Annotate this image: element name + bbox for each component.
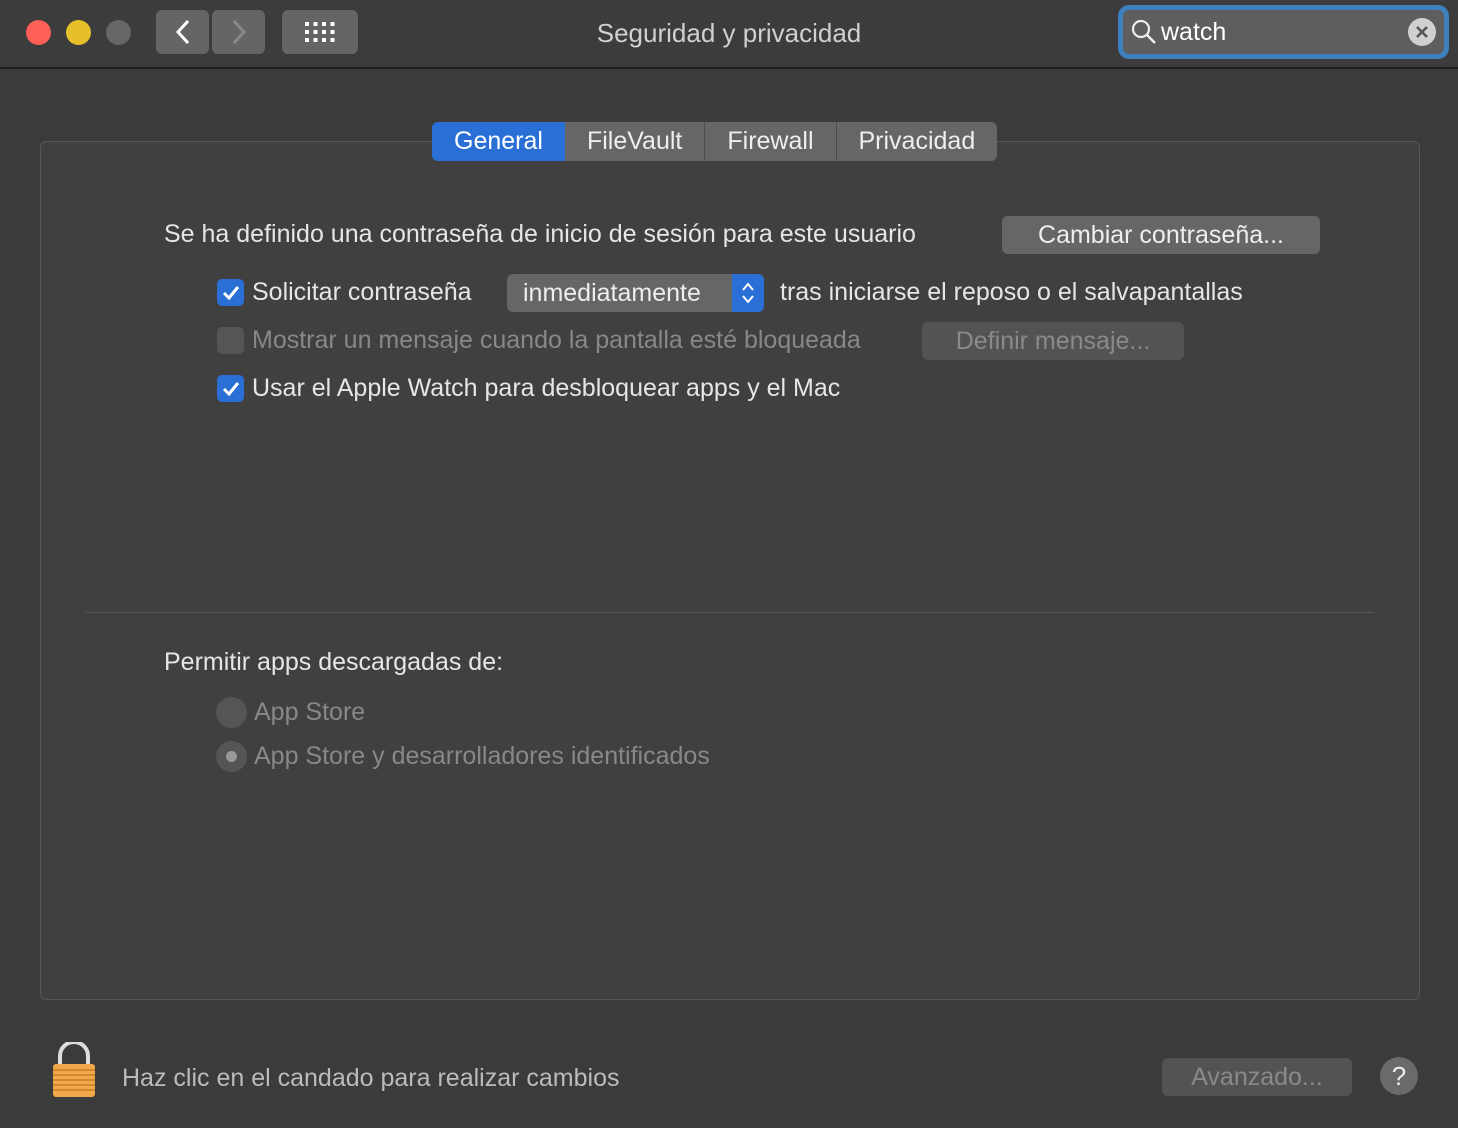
lock-icon[interactable]	[50, 1040, 98, 1103]
checkmark-icon	[222, 285, 239, 300]
tab-bar: General FileVault Firewall Privacidad	[432, 122, 998, 161]
tab-general[interactable]: General	[432, 122, 565, 161]
allow-apps-label: Permitir apps descargadas de:	[164, 648, 504, 676]
search-field[interactable]	[1118, 5, 1449, 59]
tab-privacidad[interactable]: Privacidad	[835, 122, 998, 161]
popup-value: inmediatamente	[523, 279, 701, 307]
set-message-button: Definir mensaje...	[922, 322, 1184, 360]
require-password-checkbox[interactable]	[217, 279, 244, 306]
radio-app-store-identified	[216, 741, 247, 772]
require-password-suffix: tras iniciarse el reposo o el salvapanta…	[780, 278, 1243, 306]
divider	[86, 612, 1374, 613]
clear-search-button[interactable]	[1408, 18, 1436, 46]
checkmark-icon	[222, 381, 239, 396]
show-message-label: Mostrar un mensaje cuando la pantalla es…	[252, 326, 861, 354]
lock-text: Haz clic en el candado para realizar cam…	[122, 1064, 620, 1092]
updown-chevron-icon	[732, 274, 764, 312]
search-input[interactable]	[1161, 17, 1401, 47]
tab-filevault[interactable]: FileVault	[565, 122, 704, 161]
tab-firewall[interactable]: Firewall	[704, 122, 835, 161]
advanced-button: Avanzado...	[1162, 1058, 1352, 1096]
change-password-button[interactable]: Cambiar contraseña...	[1002, 216, 1320, 254]
title-bar: Seguridad y privacidad	[0, 0, 1458, 69]
radio-app-store-label: App Store	[254, 698, 366, 726]
apple-watch-label: Usar el Apple Watch para desbloquear app…	[252, 374, 841, 402]
help-button[interactable]: ?	[1380, 1057, 1418, 1095]
radio-app-store	[216, 697, 247, 728]
radio-app-store-identified-label: App Store y desarrolladores identificado…	[254, 742, 710, 770]
require-password-popup[interactable]: inmediatamente	[507, 274, 764, 312]
require-password-label: Solicitar contraseña	[252, 278, 472, 306]
close-icon	[1416, 26, 1428, 38]
apple-watch-checkbox[interactable]	[217, 375, 244, 402]
show-message-checkbox	[217, 327, 244, 354]
password-status-text: Se ha definido una contraseña de inicio …	[164, 220, 916, 248]
radio-dot-icon	[226, 751, 237, 762]
search-icon	[1131, 19, 1156, 44]
tab-panel	[40, 141, 1420, 1000]
